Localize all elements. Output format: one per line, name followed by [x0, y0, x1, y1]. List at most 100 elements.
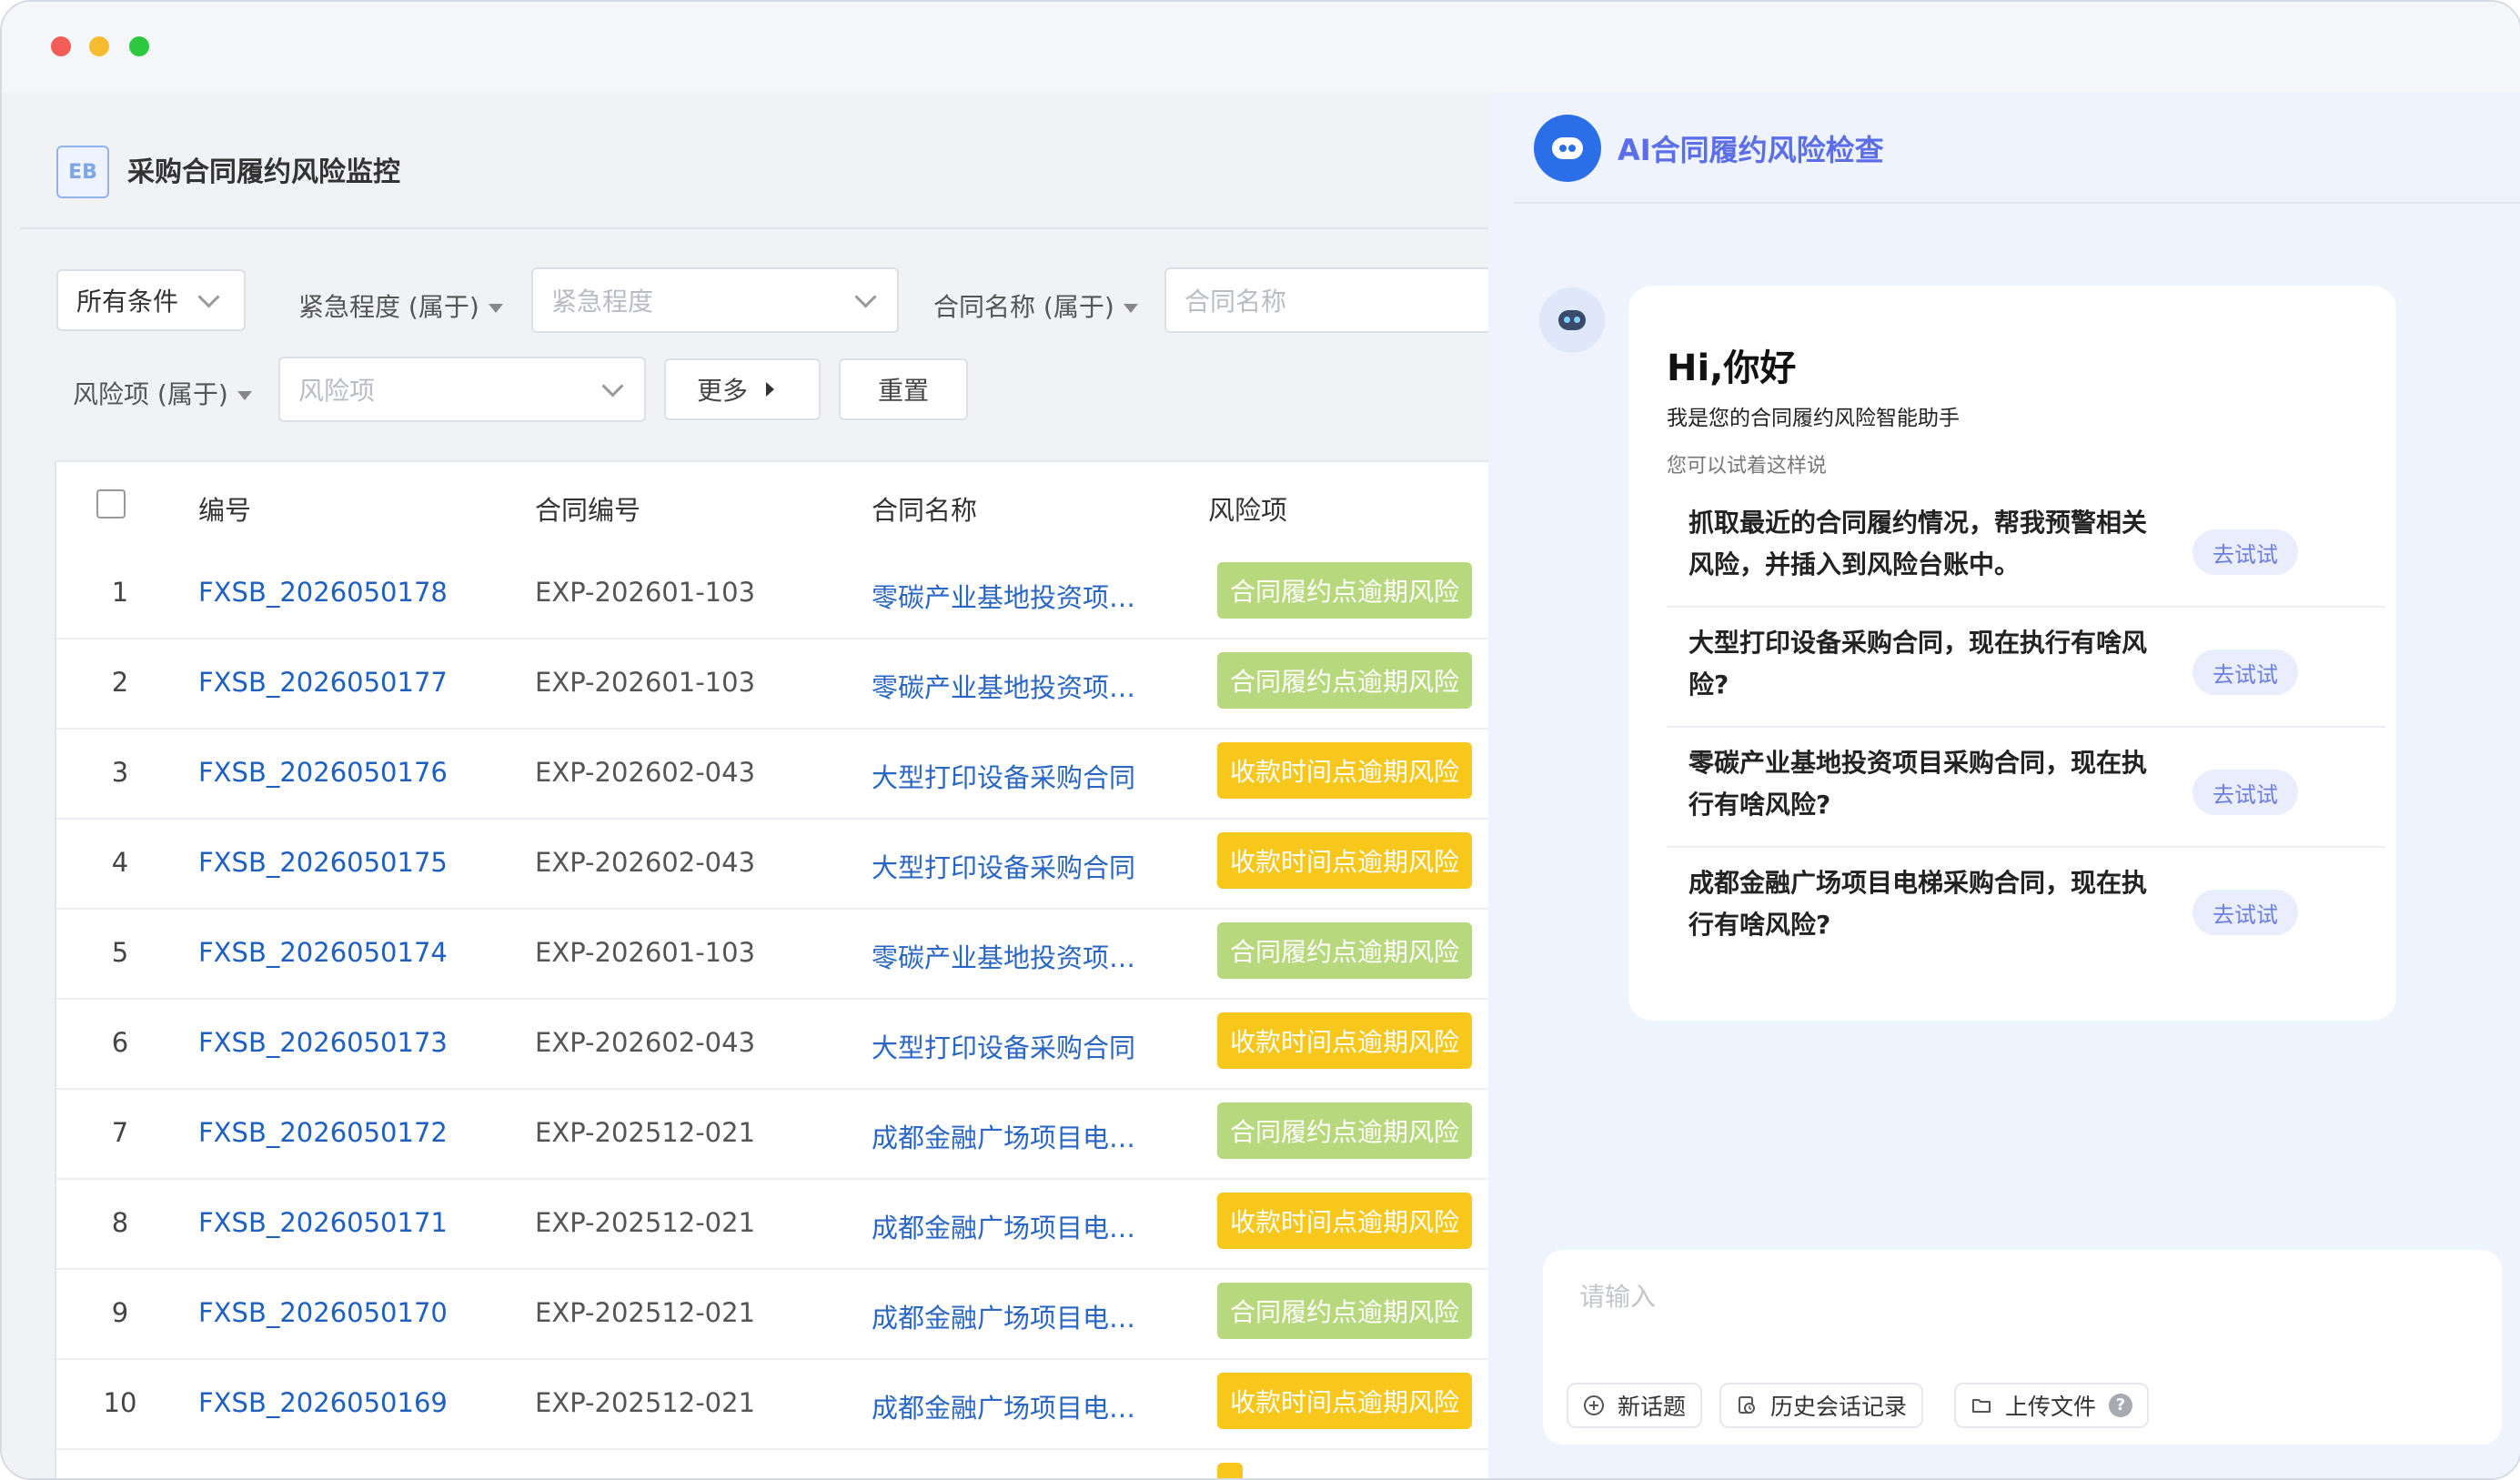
contract-no: EXP-202602-043 [535, 847, 756, 878]
robot-avatar-icon [1539, 287, 1605, 353]
risk-placeholder: 风险项 [298, 376, 376, 406]
row-index: 7 [111, 1117, 129, 1148]
upload-file-button[interactable]: 上传文件 ? [1954, 1383, 2150, 1428]
table-row: 9 FXSB_2026050170 EXP-202512-021 成都金融广场项… [56, 1270, 1488, 1360]
column-header-contract-no[interactable]: 合同编号 [535, 489, 640, 528]
row-index: 10 [103, 1387, 137, 1418]
risk-tag: 合同履约点逾期风险 [1217, 1283, 1473, 1339]
app-header: EB 采购合同履约风险监控 [20, 93, 1488, 229]
record-no-link[interactable]: FXSB_2026050171 [198, 1207, 448, 1238]
chevron-down-icon [197, 286, 220, 308]
row-index: 4 [111, 847, 129, 878]
column-header-risk[interactable]: 风险项 [1208, 489, 1287, 528]
table-row: 10 FXSB_2026050169 EXP-202512-021 成都金融广场… [56, 1360, 1488, 1450]
contract-name-link[interactable]: 大型打印设备采购合同 [872, 1027, 1144, 1065]
folder-icon [1972, 1399, 1991, 1413]
greeting-title: Hi,你好 [1667, 347, 1797, 389]
history-button[interactable]: 历史会话记录 [1719, 1383, 1924, 1428]
contract-name-select[interactable]: 合同名称 [1164, 267, 1488, 333]
all-conditions-label: 所有条件 [76, 287, 179, 317]
record-no-link[interactable]: FXSB_2026050173 [198, 1027, 448, 1058]
try-button[interactable]: 去试试 [2192, 529, 2298, 575]
record-no-link[interactable]: FXSB_2026050175 [198, 847, 448, 878]
contract-name-link[interactable]: 成都金融广场项目电… [872, 1297, 1144, 1335]
assistant-panel: AI合同履约风险检查 Hi,你好 我是您的合同履约风险智能助手 您可以试着这样说… [1488, 93, 2520, 1478]
contract-name-link[interactable]: 成都金融广场项目电… [872, 1117, 1144, 1155]
urgency-select[interactable]: 紧急程度 [531, 267, 899, 333]
contract-name-filter-label: 合同名称 (属于) [933, 287, 1138, 324]
contract-no: EXP-202512-021 [535, 1207, 756, 1238]
table-row: 3 FXSB_2026050176 EXP-202602-043 大型打印设备采… [56, 730, 1488, 820]
app-window: EB 采购合同履约风险监控 所有条件 紧急程度 (属于) 紧急程度 合同名称 (… [0, 0, 2520, 1480]
caret-down-icon [488, 304, 503, 313]
contract-no: EXP-202601-103 [535, 577, 756, 608]
record-no-link[interactable]: FXSB_2026050177 [198, 667, 448, 698]
table-header: 编号 合同编号 合同名称 风险项 [56, 462, 1488, 551]
help-icon[interactable]: ? [2109, 1394, 2133, 1417]
page-title: 采购合同履约风险监控 [127, 156, 400, 188]
new-topic-button[interactable]: 新话题 [1567, 1383, 1703, 1428]
table-row: 6 FXSB_2026050173 EXP-202602-043 大型打印设备采… [56, 1000, 1488, 1090]
risk-tag: 收款时间点逾期风险 [1217, 832, 1473, 889]
column-header-no[interactable]: 编号 [198, 489, 251, 528]
risk-tag: 收款时间点逾期风险 [1217, 742, 1473, 799]
record-no-link[interactable]: FXSB_2026050172 [198, 1117, 448, 1148]
contract-name-link[interactable]: 成都金融广场项目电… [872, 1387, 1144, 1425]
history-icon [1739, 1396, 1755, 1414]
greeting-hint: 您可以试着这样说 [1667, 455, 1828, 478]
contract-name-link[interactable]: 成都金融广场项目电… [872, 1207, 1144, 1245]
contract-no: EXP-202512-021 [535, 1297, 756, 1328]
contract-name-link[interactable]: 大型打印设备采购合同 [872, 847, 1144, 885]
more-button[interactable]: 更多 [664, 358, 821, 420]
main-panel: EB 采购合同履约风险监控 所有条件 紧急程度 (属于) 紧急程度 合同名称 (… [2, 93, 1488, 1478]
maximize-window-button[interactable] [129, 36, 149, 56]
row-index: 1 [111, 577, 129, 608]
contract-no: EXP-202601-103 [535, 937, 756, 968]
all-conditions-dropdown[interactable]: 所有条件 [56, 269, 246, 331]
suggestion-item[interactable]: 零碳产业基地投资项目采购合同，现在执行有啥风险? 去试试 [1667, 726, 2385, 848]
record-no-link[interactable]: FXSB_2026050170 [198, 1297, 448, 1328]
chat-input-box[interactable]: 请输入 新话题 历史会话记录 上传文件 ? [1543, 1250, 2502, 1445]
reset-button[interactable]: 重置 [839, 358, 968, 420]
suggestion-text: 大型打印设备采购合同，现在执行有啥风险? [1688, 628, 2148, 700]
table-row: 1 FXSB_2026050178 EXP-202601-103 零碳产业基地投… [56, 549, 1488, 639]
contract-no: EXP-202602-043 [535, 757, 756, 788]
chevron-down-icon [601, 375, 624, 398]
suggestion-text: 成都金融广场项目电梯采购合同，现在执行有啥风险? [1688, 868, 2148, 940]
upload-file-label: 上传文件 [2005, 1394, 2097, 1420]
contract-name-link[interactable]: 大型打印设备采购合同 [872, 757, 1144, 795]
suggestion-text: 抓取最近的合同履约情况，帮我预警相关风险，并插入到风险台账中。 [1688, 508, 2148, 579]
contract-name-link[interactable]: 零碳产业基地投资项… [872, 937, 1144, 975]
risk-tag: 合同履约点逾期风险 [1217, 652, 1473, 709]
risk-tag: 收款时间点逾期风险 [1217, 1373, 1473, 1429]
suggestion-item[interactable]: 抓取最近的合同履约情况，帮我预警相关风险，并插入到风险台账中。 去试试 [1667, 486, 2385, 608]
contract-name-link[interactable]: 零碳产业基地投资项… [872, 667, 1144, 705]
record-no-link[interactable]: FXSB_2026050174 [198, 937, 448, 968]
table-row: 8 FXSB_2026050171 EXP-202512-021 成都金融广场项… [56, 1180, 1488, 1270]
assistant-title: AI合同履约风险检查 [1618, 133, 1884, 167]
table-row: 7 FXSB_2026050172 EXP-202512-021 成都金融广场项… [56, 1090, 1488, 1180]
table-row: 2 FXSB_2026050177 EXP-202601-103 零碳产业基地投… [56, 639, 1488, 730]
urgency-placeholder: 紧急程度 [551, 287, 654, 317]
caret-down-icon [237, 391, 252, 400]
contract-name-link[interactable]: 零碳产业基地投资项… [872, 577, 1144, 615]
risk-tag: 收款时间点逾期风险 [1217, 1012, 1473, 1069]
try-button[interactable]: 去试试 [2192, 890, 2298, 935]
column-header-contract-name[interactable]: 合同名称 [872, 489, 977, 528]
record-no-link[interactable]: FXSB_2026050178 [198, 577, 448, 608]
chevron-down-icon [854, 286, 877, 308]
risk-select[interactable]: 风险项 [278, 357, 646, 422]
row-index: 9 [111, 1297, 129, 1328]
contract-no: EXP-202601-103 [535, 667, 756, 698]
record-no-link[interactable]: FXSB_2026050176 [198, 757, 448, 788]
close-window-button[interactable] [51, 36, 71, 56]
minimize-window-button[interactable] [89, 36, 109, 56]
suggestion-item[interactable]: 大型打印设备采购合同，现在执行有啥风险? 去试试 [1667, 606, 2385, 728]
suggestion-item[interactable]: 成都金融广场项目电梯采购合同，现在执行有啥风险? 去试试 [1667, 846, 2385, 966]
contract-no: EXP-202512-021 [535, 1117, 756, 1148]
try-button[interactable]: 去试试 [2192, 770, 2298, 815]
chat-input-placeholder[interactable]: 请输入 [1579, 1277, 1656, 1314]
record-no-link[interactable]: FXSB_2026050169 [198, 1387, 448, 1418]
try-button[interactable]: 去试试 [2192, 649, 2298, 695]
select-all-checkbox[interactable] [96, 489, 126, 519]
